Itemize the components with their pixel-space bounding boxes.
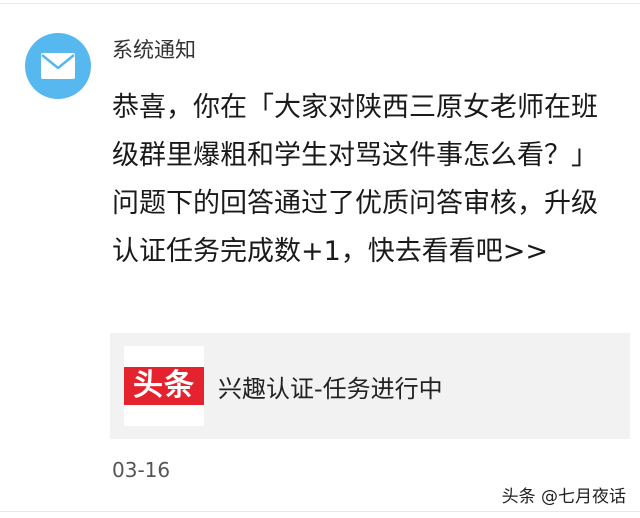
mail-envelope-icon — [41, 53, 75, 79]
message-date: 03-16 — [112, 458, 171, 482]
task-card-title: 兴趣认证-任务进行中 — [218, 374, 443, 403]
task-card[interactable]: 头条 兴趣认证-任务进行中 — [110, 333, 630, 439]
notification-message[interactable]: 恭喜，你在「大家对陕西三原女老师在班级群里爆粗和学生对骂这件事怎么看？」问题下的… — [112, 84, 624, 276]
toutiao-logo-text: 头条 — [124, 367, 204, 405]
avatar[interactable] — [25, 33, 91, 99]
watermark: 头条 @七月夜话 — [501, 487, 626, 507]
sender-name: 系统通知 — [112, 38, 196, 62]
top-divider — [0, 3, 640, 4]
bottom-divider — [0, 511, 640, 512]
toutiao-logo: 头条 — [124, 346, 204, 426]
